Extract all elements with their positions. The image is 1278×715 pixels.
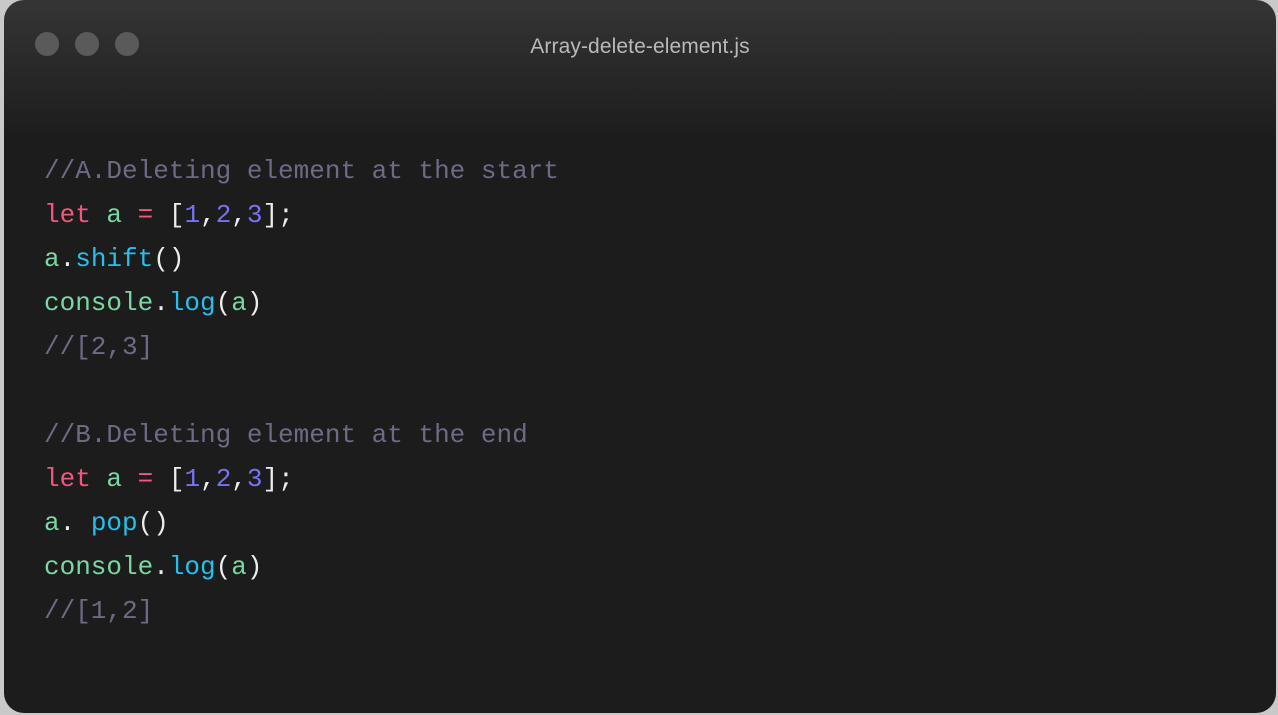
code-punctuation: ( xyxy=(215,552,232,582)
code-window: Array-delete-element.js //A.Deleting ele… xyxy=(4,0,1276,713)
window-title: Array-delete-element.js xyxy=(530,35,750,58)
code-line: //[1,2] xyxy=(44,589,559,633)
code-punctuation: . xyxy=(59,244,76,274)
code-operator: = xyxy=(137,464,154,494)
code-number: 1 xyxy=(184,200,201,230)
code-punctuation: () xyxy=(137,508,169,538)
code-identifier: a xyxy=(231,552,247,582)
code-punctuation: ) xyxy=(246,552,263,582)
code-line: console.log(a) xyxy=(44,545,559,589)
code-punctuation: , xyxy=(231,200,247,230)
code-block: //A.Deleting element at the start let a =… xyxy=(44,149,559,633)
code-keyword: let xyxy=(44,464,91,494)
code-method: shift xyxy=(75,244,154,274)
code-keyword: let xyxy=(44,200,91,230)
code-number: 3 xyxy=(246,464,263,494)
title-bar: Array-delete-element.js xyxy=(4,0,1276,92)
code-operator: = xyxy=(137,200,154,230)
code-identifier: a xyxy=(231,288,247,318)
code-number: 2 xyxy=(215,464,232,494)
code-comment: //[2,3] xyxy=(44,332,154,362)
code-identifier: a xyxy=(44,244,60,274)
code-punctuation: , xyxy=(231,464,247,494)
code-punctuation: [ xyxy=(153,200,185,230)
code-comment: //[1,2] xyxy=(44,596,154,626)
code-line: console.log(a) xyxy=(44,281,559,325)
code-punctuation: . xyxy=(153,552,169,582)
code-punctuation: ]; xyxy=(262,200,294,230)
code-identifier: console xyxy=(44,552,154,582)
code-punctuation: ]; xyxy=(262,464,294,494)
code-punctuation: . xyxy=(153,288,169,318)
code-line: a. pop() xyxy=(44,501,559,545)
code-punctuation: ) xyxy=(246,288,263,318)
code-line: let a = [1,2,3]; xyxy=(44,457,559,501)
code-punctuation: () xyxy=(153,244,185,274)
code-punctuation: [ xyxy=(153,464,185,494)
code-punctuation xyxy=(91,464,107,494)
code-number: 3 xyxy=(246,200,263,230)
code-identifier: a xyxy=(44,508,60,538)
code-line: let a = [1,2,3]; xyxy=(44,193,559,237)
code-identifier: a xyxy=(106,464,123,494)
code-punctuation xyxy=(122,200,138,230)
code-number: 2 xyxy=(215,200,232,230)
code-method: log xyxy=(168,288,216,318)
code-punctuation xyxy=(91,200,107,230)
code-number: 1 xyxy=(184,464,201,494)
code-punctuation: , xyxy=(200,464,216,494)
code-comment: //B.Deleting element at the end xyxy=(44,420,528,450)
code-identifier: a xyxy=(106,200,123,230)
code-identifier: console xyxy=(44,288,154,318)
code-punctuation: , xyxy=(200,200,216,230)
code-line: //[2,3] xyxy=(44,325,559,369)
code-line: a.shift() xyxy=(44,237,559,281)
code-method: pop xyxy=(90,508,138,538)
code-method: log xyxy=(168,552,216,582)
code-comment: //A.Deleting element at the start xyxy=(44,156,559,186)
code-punctuation: . xyxy=(59,508,91,538)
code-punctuation: ( xyxy=(215,288,232,318)
code-line: //A.Deleting element at the start xyxy=(44,149,559,193)
code-punctuation xyxy=(122,464,138,494)
code-line: //B.Deleting element at the end xyxy=(44,413,559,457)
